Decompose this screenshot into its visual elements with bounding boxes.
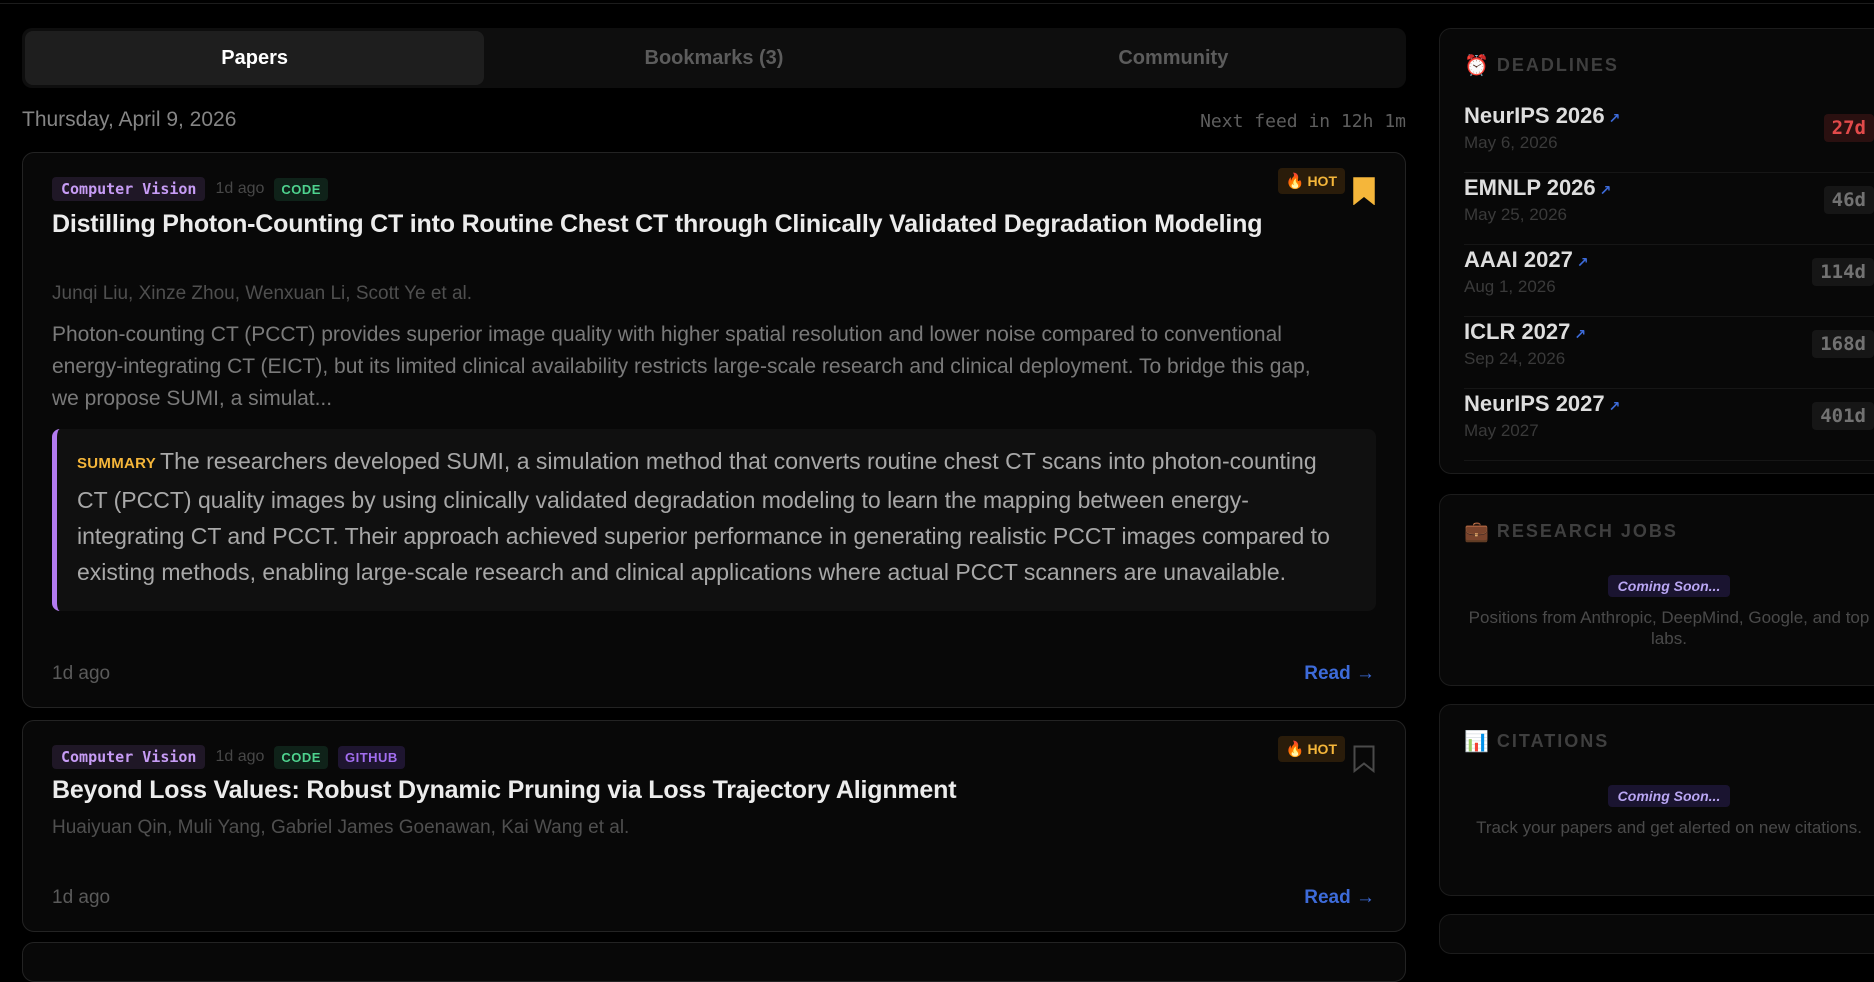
deadline-name: ICLR 2027 xyxy=(1464,319,1571,344)
read-button[interactable]: Read → xyxy=(1304,887,1375,909)
tab-papers[interactable]: Papers xyxy=(25,31,485,85)
deadlines-title: DEADLINES xyxy=(1496,55,1619,75)
feed-tabs: Papers Bookmarks (3) Community xyxy=(22,28,1406,88)
citations-description: Track your papers and get alerted on new… xyxy=(1476,818,1862,837)
days-left-badge: 46d xyxy=(1823,186,1874,214)
feed-date: Thursday, April 9, 2026 xyxy=(22,108,237,131)
deadline-date: Sep 24, 2026 xyxy=(1464,349,1566,368)
paper-summary: SUMMARY The researchers developed SUMI, a… xyxy=(52,429,1376,611)
top-divider xyxy=(0,0,1874,4)
deadline-link[interactable]: AAAI 2027 ↗ xyxy=(1464,247,1589,273)
paper-age: 1d ago xyxy=(215,180,265,197)
next-feed-countdown: Next feed in 12h 1m xyxy=(1200,111,1406,132)
citations-title: CITATIONS xyxy=(1496,731,1610,751)
read-button[interactable]: Read → xyxy=(1304,663,1375,685)
flame-icon: 🔥 xyxy=(1285,741,1305,758)
external-link-icon: ↗ xyxy=(1608,398,1621,414)
deadline-date: May 2027 xyxy=(1464,421,1539,440)
hot-label: HOT xyxy=(1307,173,1337,189)
deadline-date: Aug 1, 2026 xyxy=(1464,277,1556,296)
deadline-list: NeurIPS 2026 ↗ May 6, 2026 27d EMNLP 2026… xyxy=(1464,101,1874,461)
external-link-icon: ↗ xyxy=(1599,182,1612,198)
deadlines-panel: ⏰ DEADLINES NeurIPS 2026 ↗ May 6, 2026 27… xyxy=(1439,28,1874,474)
deadline-link[interactable]: NeurIPS 2027 ↗ xyxy=(1464,391,1620,417)
coming-soon-wrap: Coming Soon... xyxy=(1440,575,1874,597)
external-link-icon: ↗ xyxy=(1608,110,1621,126)
research-jobs-title: RESEARCH JOBS xyxy=(1496,521,1678,541)
paper-age: 1d ago xyxy=(215,748,265,765)
citations-header: 📊 CITATIONS xyxy=(1464,729,1609,754)
days-left-badge: 168d xyxy=(1812,330,1874,358)
coming-soon-badge: Coming Soon... xyxy=(1607,575,1731,597)
paper-card: Computer Vision 1d ago CODE GITHUB 🔥 HOT… xyxy=(22,720,1406,932)
paper-abstract: Photon-counting CT (PCCT) provides super… xyxy=(52,323,1311,410)
research-jobs-description: Positions from Anthropic, DeepMind, Goog… xyxy=(1468,608,1870,648)
days-left-badge: 114d xyxy=(1812,258,1874,286)
external-link-icon: ↗ xyxy=(1574,326,1587,342)
briefcase-icon: 💼 xyxy=(1464,521,1489,543)
paper-meta: Computer Vision 1d ago CODE GITHUB xyxy=(52,745,405,769)
flame-icon: 🔥 xyxy=(1285,173,1305,190)
coming-soon-badge: Coming Soon... xyxy=(1607,785,1731,807)
days-left-badge: 401d xyxy=(1812,402,1874,430)
summary-text: The researchers developed SUMI, a simula… xyxy=(77,448,1330,585)
category-badge[interactable]: Computer Vision xyxy=(52,177,206,201)
deadline-item: ICLR 2027 ↗ Sep 24, 2026 168d xyxy=(1464,317,1874,389)
external-link-icon: ↗ xyxy=(1576,254,1589,270)
coming-soon-wrap: Coming Soon... xyxy=(1440,785,1874,807)
main-feed: Papers Bookmarks (3) Community Thursday,… xyxy=(22,28,1406,982)
hot-badge: 🔥 HOT xyxy=(1277,736,1345,762)
paper-footer-age: 1d ago xyxy=(52,663,111,684)
tab-community[interactable]: Community xyxy=(944,31,1403,85)
paper-title[interactable]: Beyond Loss Values: Robust Dynamic Pruni… xyxy=(52,773,1365,807)
tab-bookmarks[interactable]: Bookmarks (3) xyxy=(484,31,943,85)
deadline-name: AAAI 2027 xyxy=(1464,247,1573,272)
hot-label: HOT xyxy=(1307,741,1337,757)
paper-authors: Huaiyuan Qin, Muli Yang, Gabriel James G… xyxy=(52,817,630,838)
deadline-date: May 25, 2026 xyxy=(1464,205,1568,224)
deadline-name: NeurIPS 2026 xyxy=(1464,103,1605,128)
deadline-name: EMNLP 2026 xyxy=(1464,175,1596,200)
bookmark-outline-icon[interactable] xyxy=(1353,745,1375,773)
deadline-item: NeurIPS 2026 ↗ May 6, 2026 27d xyxy=(1464,101,1874,173)
research-jobs-header: 💼 RESEARCH JOBS xyxy=(1464,519,1678,544)
bookmark-icon[interactable] xyxy=(1353,177,1375,205)
alarm-clock-icon: ⏰ xyxy=(1464,55,1489,77)
hot-badge: 🔥 HOT xyxy=(1277,168,1345,194)
deadline-link[interactable]: EMNLP 2026 ↗ xyxy=(1464,175,1611,201)
research-jobs-panel: 💼 RESEARCH JOBS Coming Soon... Positions… xyxy=(1439,494,1874,686)
deadline-item: EMNLP 2026 ↗ May 25, 2026 46d xyxy=(1464,173,1874,245)
sidebar-panel xyxy=(1439,914,1874,954)
paper-footer-age: 1d ago xyxy=(52,887,111,908)
deadline-item: NeurIPS 2027 ↗ May 2027 401d xyxy=(1464,389,1874,461)
deadline-link[interactable]: ICLR 2027 ↗ xyxy=(1464,319,1586,345)
paper-meta: Computer Vision 1d ago CODE xyxy=(52,177,328,201)
paper-authors: Junqi Liu, Xinze Zhou, Wenxuan Li, Scott… xyxy=(52,283,473,304)
summary-label: SUMMARY xyxy=(77,455,157,472)
deadline-item: AAAI 2027 ↗ Aug 1, 2026 114d xyxy=(1464,245,1874,317)
days-left-badge: 27d xyxy=(1823,114,1874,142)
deadline-name: NeurIPS 2027 xyxy=(1464,391,1605,416)
code-badge[interactable]: CODE xyxy=(274,745,328,769)
deadline-link[interactable]: NeurIPS 2026 ↗ xyxy=(1464,103,1620,129)
paper-card: Computer Vision 1d ago CODE 🔥 HOT Distil… xyxy=(22,152,1406,708)
citations-panel: 📊 CITATIONS Coming Soon... Track your pa… xyxy=(1439,704,1874,896)
category-badge[interactable]: Computer Vision xyxy=(52,745,206,769)
paper-title[interactable]: Distilling Photon-Counting CT into Routi… xyxy=(52,207,1285,241)
code-badge[interactable]: CODE xyxy=(274,177,328,201)
deadline-date: May 6, 2026 xyxy=(1464,133,1558,152)
paper-card xyxy=(22,942,1406,982)
github-badge[interactable]: GITHUB xyxy=(337,745,405,769)
bar-chart-icon: 📊 xyxy=(1464,731,1489,753)
deadlines-header: ⏰ DEADLINES xyxy=(1464,53,1619,78)
